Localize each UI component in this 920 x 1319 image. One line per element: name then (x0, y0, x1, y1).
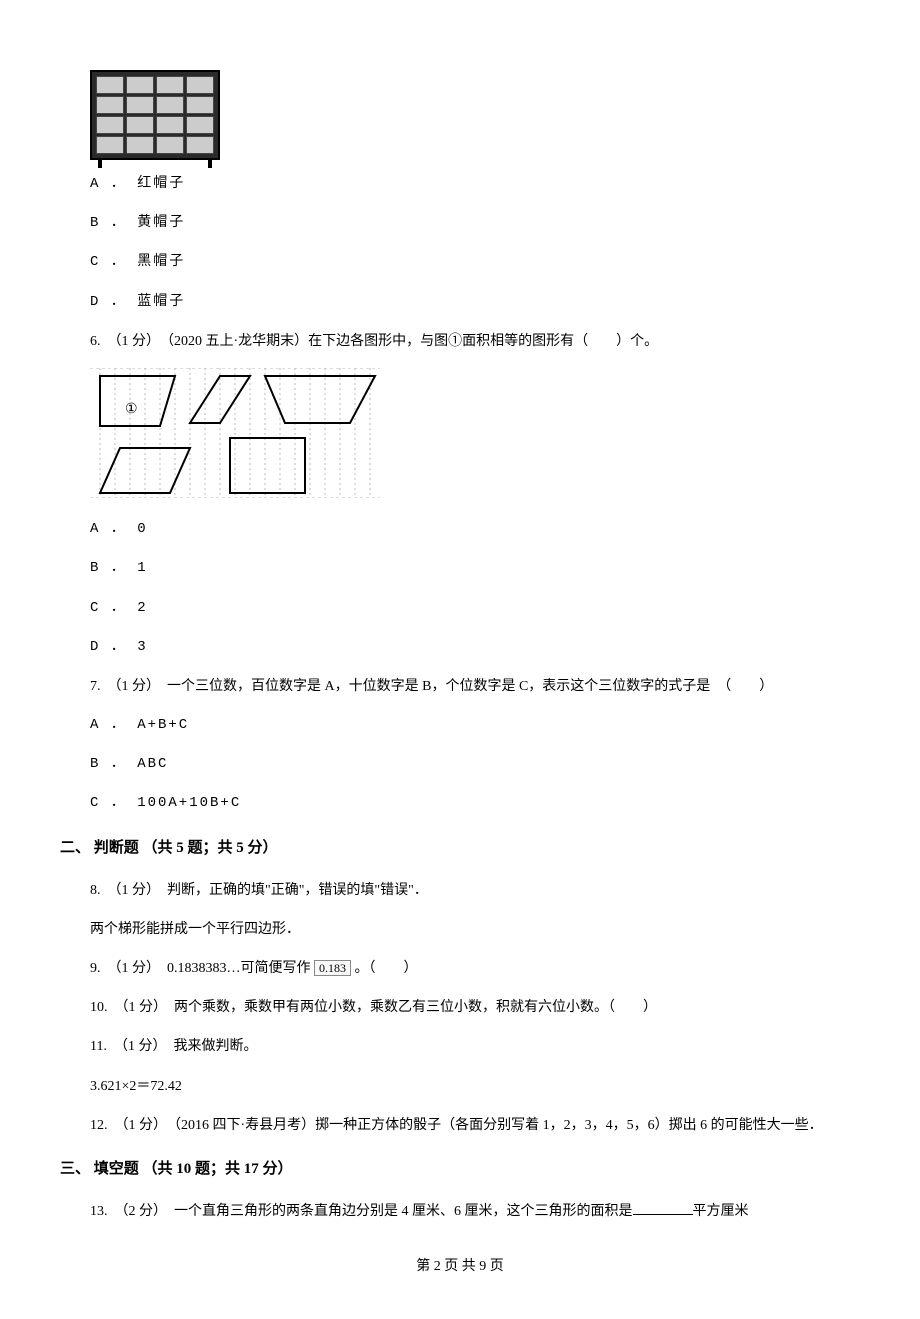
q11-line2: 3.621×2＝72.42 (90, 1074, 860, 1099)
q7-option-b: B ． ABC (90, 752, 860, 777)
q5-option-b: B ． 黄帽子 (90, 211, 860, 236)
q9-prefix: 9. （1 分） 0.1838383…可简便写作 (90, 961, 314, 976)
q12-stem: 12. （1 分） （2016 四下·寿县月考）掷一种正方体的骰子（各面分别写着… (90, 1113, 860, 1138)
q7-stem: 7. （1 分） 一个三位数，百位数字是 A，十位数字是 B，个位数字是 C，表… (90, 674, 860, 699)
section-3-title: 三、 填空题 （共 10 题；共 17 分） (60, 1156, 860, 1183)
q9-boxed-number: 0.183 (314, 960, 351, 976)
q8-line1: 8. （1 分） 判断，正确的填"正确"，错误的填"错误"． (90, 878, 860, 903)
q13-prefix: 13. （2 分） 一个直角三角形的两条直角边分别是 4 厘米、6 厘米，这个三… (90, 1204, 633, 1219)
q11-line1: 11. （1 分） 我来做判断。 (90, 1034, 860, 1059)
q6-shapes-figure: ① (90, 368, 860, 507)
q6-shape-label: ① (125, 402, 138, 417)
q7-option-c: C ． 100A+10B+C (90, 791, 860, 816)
q10-stem: 10. （1 分） 两个乘数，乘数甲有两位小数，乘数乙有三位小数，积就有六位小数… (90, 995, 860, 1020)
q5-option-a: A ． 红帽子 (90, 172, 860, 197)
q5-option-c: C ． 黑帽子 (90, 250, 860, 275)
q9-suffix: 。（ ） (351, 961, 418, 976)
page-footer: 第 2 页 共 9 页 (60, 1254, 860, 1279)
q6-stem: 6. （1 分） （2020 五上·龙华期末）在下边各图形中，与图①面积相等的图… (90, 329, 860, 354)
q6-option-d: D ． 3 (90, 635, 860, 660)
q13-stem: 13. （2 分） 一个直角三角形的两条直角边分别是 4 厘米、6 厘米，这个三… (90, 1199, 860, 1224)
q8-line2: 两个梯形能拼成一个平行四边形． (90, 917, 860, 942)
q13-suffix: 平方厘米 (693, 1204, 749, 1219)
q9-stem: 9. （1 分） 0.1838383…可简便写作 0.183 。（ ） (90, 956, 860, 981)
q13-blank[interactable] (633, 1201, 693, 1215)
q5-image-shelf (90, 70, 860, 160)
q5-option-d: D ． 蓝帽子 (90, 290, 860, 315)
q6-option-b: B ． 1 (90, 556, 860, 581)
q6-option-a: A ． 0 (90, 517, 860, 542)
q6-option-c: C ． 2 (90, 596, 860, 621)
section-2-title: 二、 判断题 （共 5 题；共 5 分） (60, 835, 860, 862)
q7-option-a: A ． A+B+C (90, 713, 860, 738)
